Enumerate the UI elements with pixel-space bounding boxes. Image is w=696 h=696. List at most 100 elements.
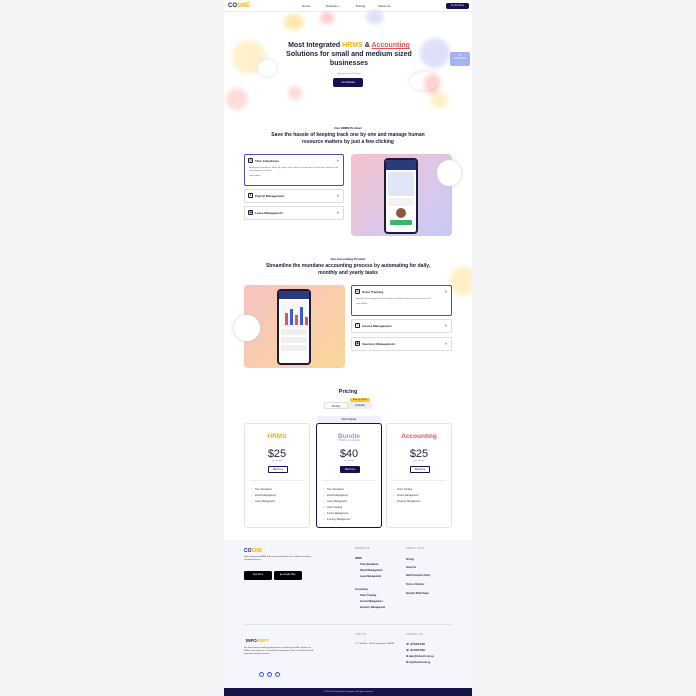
check-icon: ✓ — [393, 489, 395, 491]
plan-feature: ✓ Payroll Management — [251, 495, 277, 497]
plan-card-bundle: Bundle (HRMS + Accounting) $40 per month… — [316, 423, 382, 528]
footer-products-head: PRODUCTS — [355, 548, 370, 550]
footer-phone[interactable]: ☏ +65 9000 0000 — [406, 649, 425, 652]
accordion-invoice[interactable]: ≡ Invoice Management ˅ — [351, 319, 452, 333]
footer-link[interactable]: Invoice Management — [360, 601, 383, 603]
footer-about: Most Integrated HRMS & Accounting Soluti… — [244, 556, 311, 561]
billing-toggle[interactable]: Monthly Annually — [324, 402, 372, 409]
footer-accounting[interactable]: Accounting — [355, 589, 368, 591]
instagram-icon[interactable]: ◎ — [267, 672, 272, 677]
hero-title: Most Integrated HRMS & Accounting Soluti… — [286, 42, 412, 67]
check-icon: ✓ — [251, 489, 253, 491]
get-started-button[interactable]: Get Started — [333, 78, 363, 87]
accordion-time-attendance[interactable]: ◷ Time Attendance ˄ Employees attendance t… — [244, 154, 344, 186]
app-store-badge[interactable]: App Store — [244, 571, 272, 580]
plan-price: $40 — [339, 448, 359, 460]
accordion-payroll[interactable]: $ Payroll Management ˅ — [244, 189, 344, 203]
chevron-down-icon: ˅ — [444, 341, 447, 346]
linkedin-icon[interactable]: in — [275, 672, 280, 677]
footer-email[interactable]: ✉ hr@infosoft.com.sg — [406, 661, 430, 664]
arrow-right-icon: → — [367, 303, 370, 305]
arrow-right-icon: → — [260, 175, 263, 177]
check-icon: ✓ — [393, 501, 395, 503]
decor-blob — [366, 10, 384, 24]
hrms-title: Save the hassle of keeping track one by … — [271, 132, 425, 145]
footer-link[interactable]: Data Protection Policy — [406, 575, 430, 577]
nav-home[interactable]: Home — [302, 4, 310, 8]
footer-link[interactable]: Payroll Management — [360, 570, 382, 572]
footer-phone[interactable]: ☏ +65 6000 0000 — [406, 643, 425, 646]
google-play-badge[interactable]: ▶ Google Play — [274, 571, 302, 580]
footer-link[interactable]: About Us — [406, 567, 416, 569]
check-icon: ✓ — [323, 495, 325, 497]
chevron-down-icon: ˅ — [444, 323, 447, 328]
calendar-icon: ▦ — [248, 210, 253, 215]
chevron-down-icon: ⌄ — [338, 4, 342, 8]
learn-more-link[interactable]: Learn More → — [245, 175, 343, 180]
facebook-icon[interactable]: f — [259, 672, 264, 677]
box-icon: ▣ — [355, 341, 360, 346]
plan-feature: ✓ Time Attendance — [251, 489, 273, 491]
accordion-inventory[interactable]: ▣ Inventory Management ˅ — [351, 337, 452, 351]
infosoft-about: We have been providing professional acco… — [244, 647, 314, 655]
nav-products[interactable]: Products ⌄ — [326, 4, 341, 8]
plan-subtitle: (HRMS + Accounting) — [337, 440, 361, 442]
start-free-button[interactable]: Start Free — [410, 466, 430, 473]
accordion-order-tracking[interactable]: ⊡ Order Tracking ˄ Manage all incoming pur… — [351, 285, 452, 316]
footer-email[interactable]: ✉ sales@infosoft.com.sg — [406, 655, 434, 658]
footer-link[interactable]: Terms of Service — [406, 584, 424, 586]
chevron-down-icon: ˅ — [336, 193, 339, 198]
try-free-button[interactable]: Try For Free — [446, 3, 469, 9]
plan-period: per month — [344, 460, 354, 462]
check-icon: ✓ — [323, 519, 325, 521]
check-icon: ✓ — [323, 489, 325, 491]
check-icon: ✓ — [393, 495, 395, 497]
plan-price: $25 — [267, 448, 287, 460]
pricing-title: Pricing — [338, 389, 358, 395]
plan-feature: ✓ Inventory Management — [393, 501, 421, 503]
footer-link[interactable]: Security White Paper — [406, 593, 429, 595]
footer-hrms[interactable]: HRMS — [355, 558, 362, 560]
footer-link[interactable]: Order Tracking — [360, 595, 376, 597]
plan-feature: ✓ Order Tracking — [323, 507, 343, 509]
hero-subtitle: Sign up free for 30 days — [337, 73, 361, 75]
footer-link[interactable]: Time Attendance — [360, 564, 378, 566]
learn-more-link[interactable]: Learn More → — [352, 303, 451, 308]
infosoft-logo[interactable]: INFOSOFT — [246, 638, 269, 643]
page: COSME Home Products ⌄ Pricing About Us T… — [224, 0, 472, 696]
footer-visit-head: VISIT US — [355, 634, 367, 636]
plan-feature: ✓ Leave Management — [323, 501, 348, 503]
accordion-leave[interactable]: ▦ Leave Management ˅ — [244, 206, 344, 220]
phone-mockup — [384, 158, 418, 234]
start-free-button[interactable]: Start Free — [340, 466, 360, 473]
decor-blob — [437, 160, 461, 186]
toggle-annually[interactable]: Annually — [348, 402, 372, 409]
accounting-title: Streamline the mundane accounting proces… — [265, 263, 431, 276]
check-icon: ✓ — [323, 507, 325, 509]
start-free-button[interactable]: Start Free — [268, 466, 288, 473]
footer-link[interactable]: Leave Management — [360, 576, 381, 578]
phone-icon: ☏ — [406, 644, 409, 646]
footer-link[interactable]: Pricing — [406, 559, 414, 561]
accounting-app-image — [234, 285, 345, 368]
nav-pricing[interactable]: Pricing — [356, 4, 365, 8]
top-navbar: COSME Home Products ⌄ Pricing About Us T… — [224, 0, 472, 12]
logo[interactable]: COSME — [228, 3, 250, 9]
plan-period: per month — [414, 460, 424, 462]
phone-mockup — [277, 289, 311, 365]
copyright-bar: © 2022 Info Soft Systems Singapore. All … — [224, 688, 472, 696]
nav-about[interactable]: About Us — [378, 4, 390, 8]
chevron-up-icon: ˄ — [336, 158, 339, 163]
contact-widget[interactable]: ✉ Contact Us — [450, 52, 470, 66]
footer-link[interactable]: Inventory Management — [360, 607, 385, 609]
decor-blob — [450, 266, 472, 296]
footer: COSME Most Integrated HRMS & Accounting … — [224, 540, 472, 688]
decor-blob — [234, 315, 260, 341]
decor-blob — [258, 60, 276, 76]
plan-feature: ✓ Time Attendance — [323, 489, 345, 491]
toggle-monthly[interactable]: Monthly — [324, 402, 348, 409]
footer-address: ⌖ 73 Ubi Ave, #06-06 Singapore 408936 — [355, 643, 394, 645]
invoice-icon: ≡ — [355, 323, 360, 328]
footer-logo[interactable]: COSME — [244, 548, 262, 554]
hrms-app-image — [351, 154, 461, 236]
